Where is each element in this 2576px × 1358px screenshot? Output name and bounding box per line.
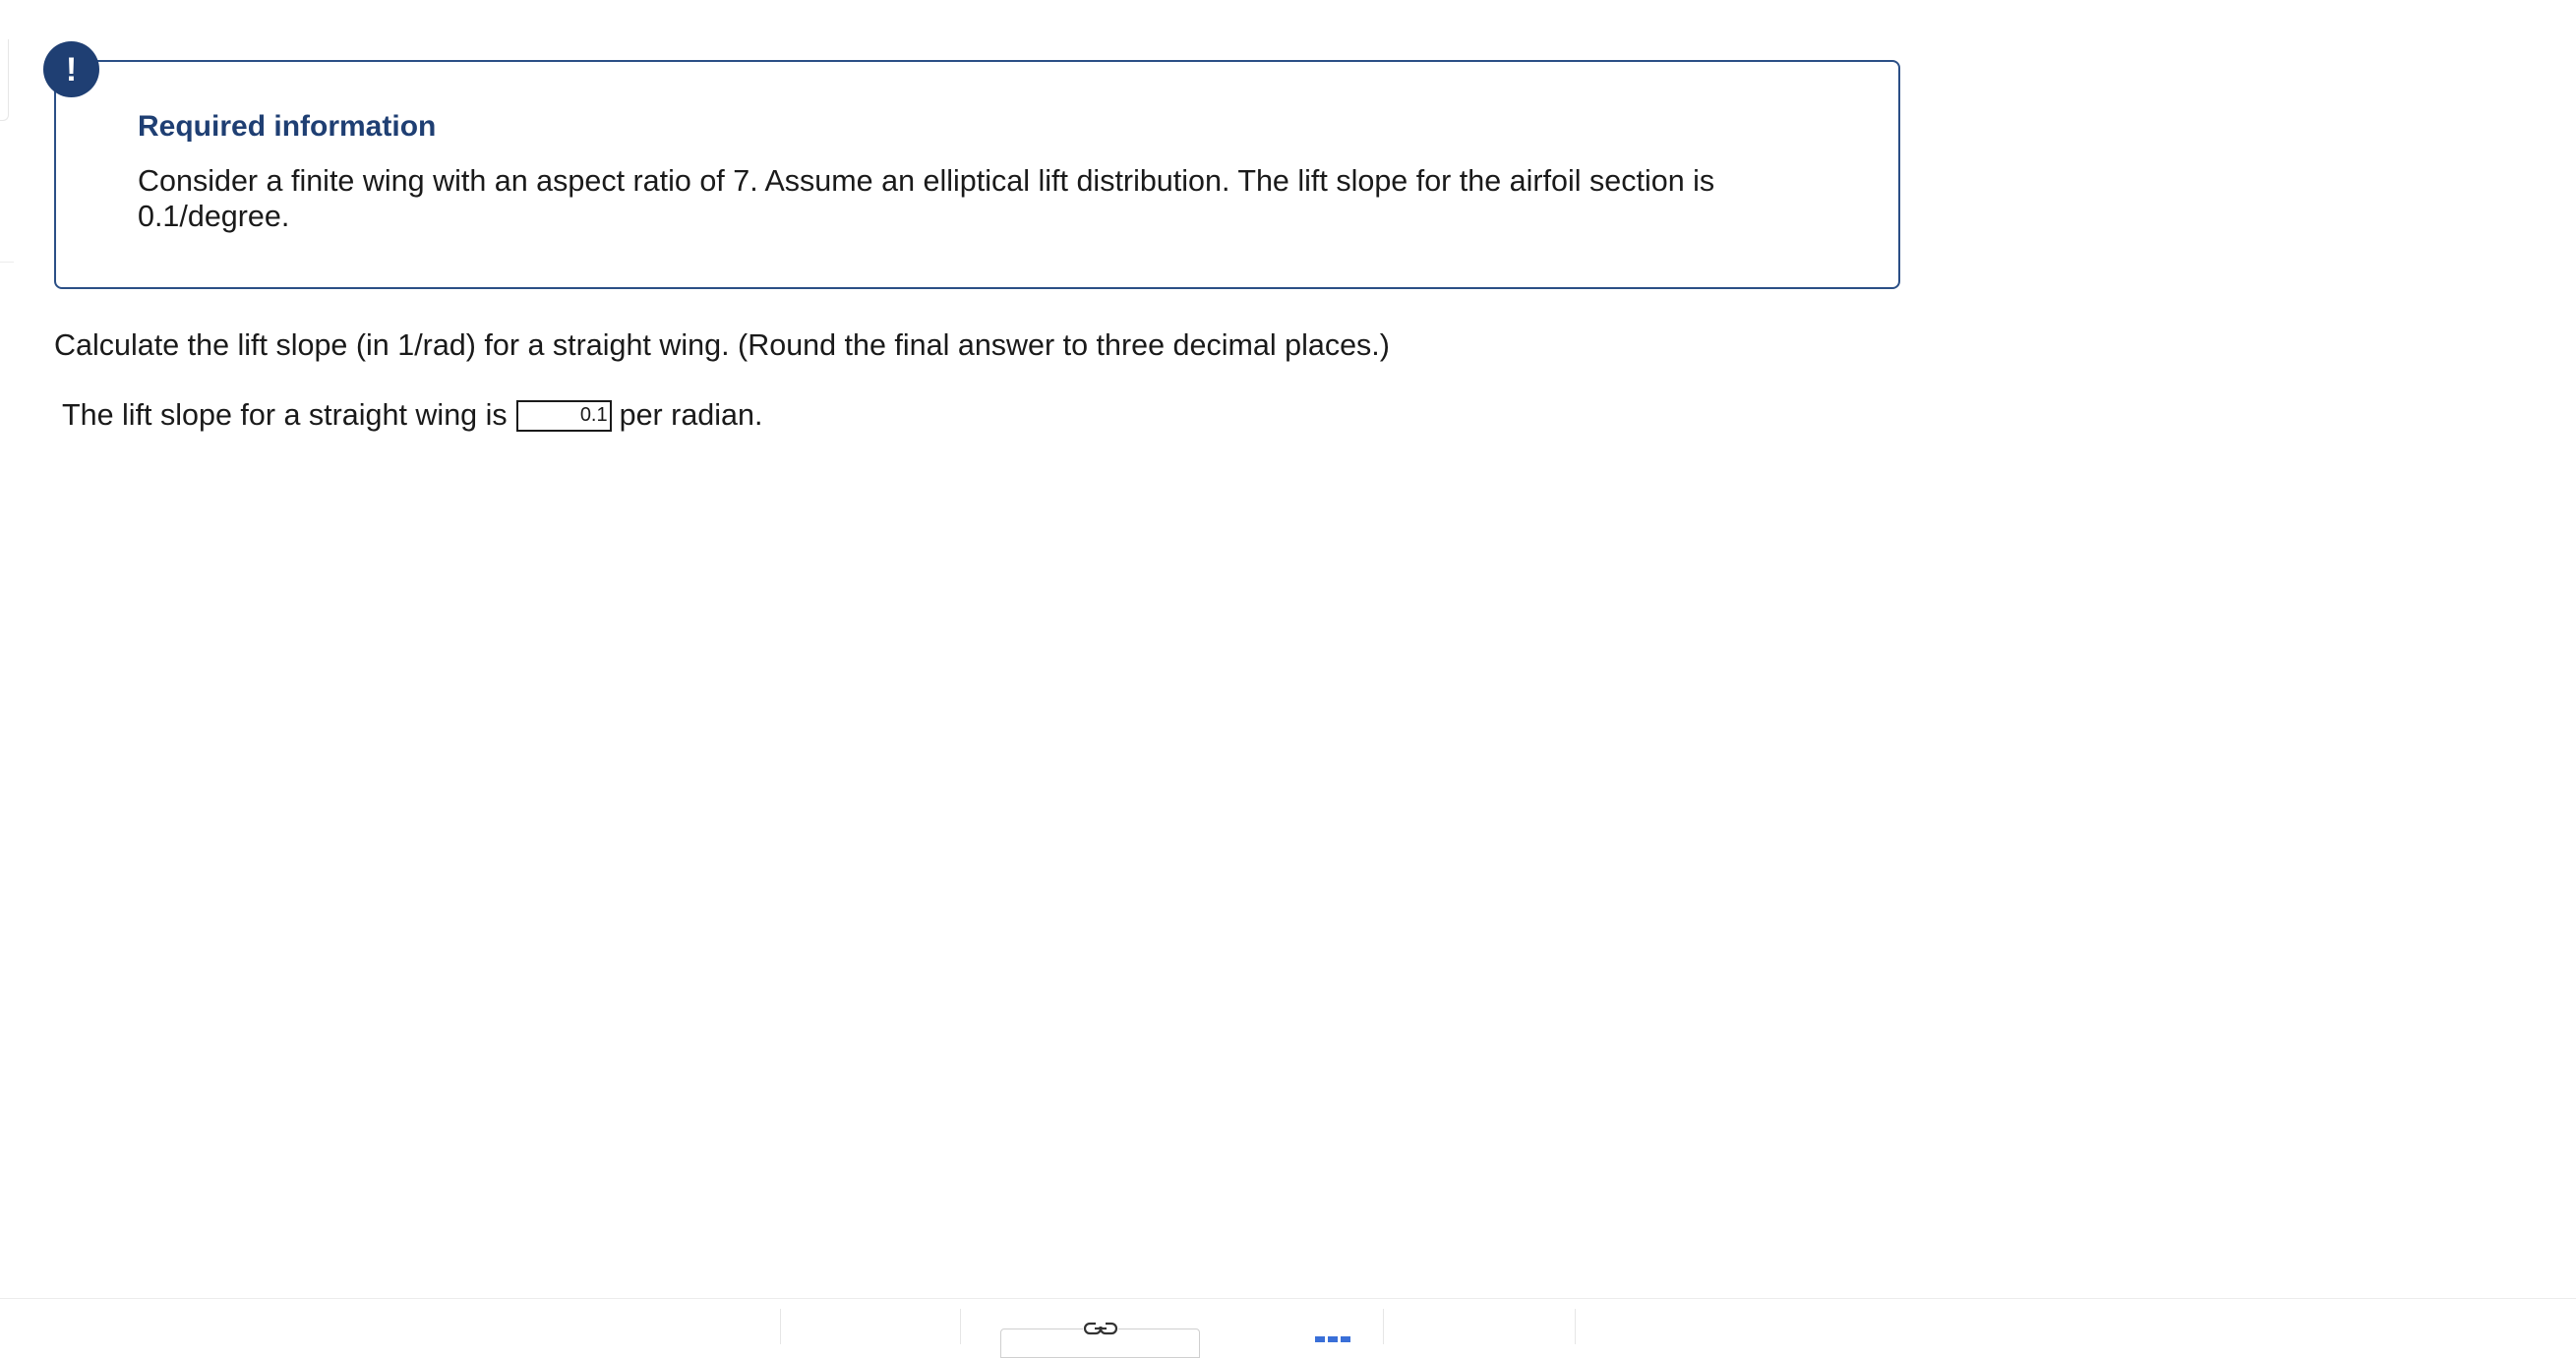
alert-icon: !	[43, 41, 99, 97]
toolbar-divider	[1575, 1309, 1576, 1344]
answer-input[interactable]	[515, 399, 612, 432]
question-prompt: Calculate the lift slope (in 1/rad) for …	[54, 328, 1390, 362]
required-information-body: Consider a finite wing with an aspect ra…	[138, 164, 1715, 233]
answer-suffix: per radian.	[619, 398, 763, 432]
link-icon[interactable]	[1083, 1319, 1118, 1338]
bottom-toolbar	[0, 1298, 2576, 1358]
answer-line: The lift slope for a straight wing is pe…	[62, 398, 762, 433]
required-information-title: Required information	[138, 110, 437, 143]
answer-prefix: The lift slope for a straight wing is	[62, 398, 508, 432]
left-edge-panel-edge	[0, 39, 9, 121]
toolbar-divider	[960, 1309, 961, 1344]
toolbar-divider	[780, 1309, 781, 1344]
left-edge-divider	[0, 262, 14, 263]
toolbar-divider	[1383, 1309, 1384, 1344]
